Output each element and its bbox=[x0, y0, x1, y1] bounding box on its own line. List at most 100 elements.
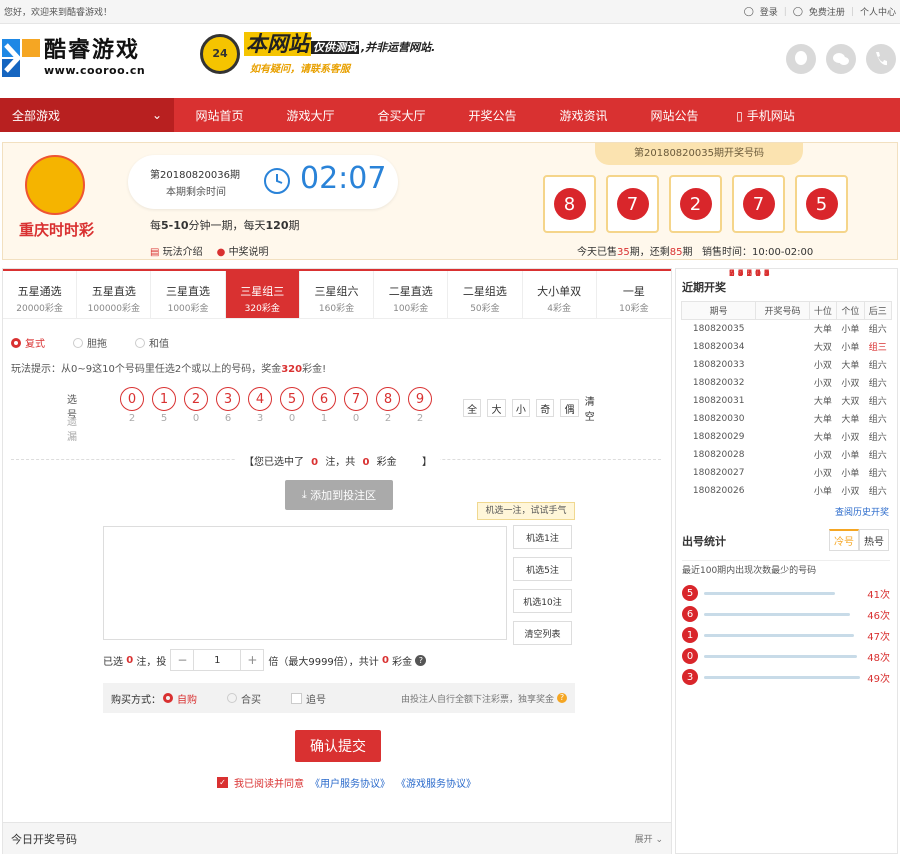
mode-fushi[interactable]: 复式 bbox=[11, 335, 45, 350]
nav-announcements[interactable]: 网站公告 bbox=[629, 107, 720, 124]
number-ball[interactable]: 2 bbox=[184, 387, 208, 411]
tab-erxing-zhixuan[interactable]: 二星直选 100彩金 bbox=[374, 271, 449, 319]
help-icon: ● bbox=[216, 247, 226, 258]
multiplier-input[interactable]: 1 bbox=[194, 649, 241, 671]
miss-count: 6 bbox=[224, 413, 232, 424]
col-issue: 期号 bbox=[680, 301, 757, 320]
chevron-down-icon: ⌄ bbox=[655, 835, 663, 845]
question-icon[interactable]: ? bbox=[403, 457, 415, 468]
filter-small-button[interactable]: 小 bbox=[511, 399, 531, 417]
mode-dantuo[interactable]: 胆拖 bbox=[73, 335, 107, 350]
today-results-title: 今日开奖号码 bbox=[11, 832, 77, 846]
tab-wuxing-zhixuan[interactable]: 五星直选 100000彩金 bbox=[77, 271, 152, 319]
history-link[interactable]: 查阅历史开奖 bbox=[835, 505, 889, 518]
selection-summary: 【您已选中了 0 注，共 0 彩金 ? 】 bbox=[3, 453, 673, 468]
number-ball[interactable]: 9 bbox=[408, 387, 432, 411]
table-row: 180820030 17197 大单 大单 组六 bbox=[692, 269, 887, 425]
clock-icon bbox=[263, 167, 291, 195]
nav-mobile[interactable]: ▯ 手机网站 bbox=[720, 107, 811, 124]
clear-list-button[interactable]: 清空列表 bbox=[513, 621, 572, 645]
welcome-text: 您好，欢迎来到酷睿游戏！ bbox=[4, 8, 113, 18]
submit-button[interactable]: 确认提交 bbox=[295, 730, 381, 762]
lottery-info-panel: 重庆时时彩 第20180820036期 本期剩余时间 02:07 每5-10分钟… bbox=[2, 142, 898, 260]
mode-group-buy[interactable]: 合买 bbox=[227, 691, 261, 706]
chevron-down-icon: ⌄ bbox=[151, 108, 162, 122]
lottery-name: 重庆时时彩 bbox=[19, 221, 95, 239]
all-games-menu[interactable]: 全部游戏 ⌄ bbox=[0, 98, 174, 132]
filter-odd-button[interactable]: 奇 bbox=[536, 399, 555, 417]
play-intro-link[interactable]: ▤ 玩法介绍 bbox=[150, 243, 203, 258]
filter-big-button[interactable]: 大 bbox=[487, 399, 506, 417]
filter-clear-button[interactable]: 清空 bbox=[585, 393, 603, 423]
login-link[interactable]: 登录 bbox=[760, 5, 778, 18]
user-agreement-link[interactable]: 《用户服务协议》 bbox=[310, 775, 390, 790]
stat-count: 46次 bbox=[867, 610, 890, 622]
draw-ball: 5 bbox=[805, 188, 838, 220]
number-ball[interactable]: 0 bbox=[120, 387, 144, 411]
number-ball[interactable]: 8 bbox=[376, 387, 400, 411]
tab-sanxing-zusan[interactable]: 三星组三 320彩金 bbox=[225, 271, 300, 319]
random-pick-tip[interactable]: 机选一注，试试手气 bbox=[477, 502, 575, 520]
phone-24-icon: 24 bbox=[200, 33, 240, 74]
previous-draw-balls: 8 7 2 7 5 bbox=[543, 175, 848, 233]
tab-sanxing-zuliu[interactable]: 三星组六 160彩金 bbox=[299, 271, 375, 319]
number-ball[interactable]: 5 bbox=[280, 387, 304, 411]
purchase-mode-label: 购买方式： bbox=[111, 694, 161, 706]
miss-count: 1 bbox=[320, 413, 328, 424]
nav-draw-results[interactable]: 开奖公告 bbox=[447, 107, 538, 124]
number-ball[interactable]: 3 bbox=[216, 387, 240, 411]
banner-main: 本网站 bbox=[244, 32, 311, 56]
random-1-button[interactable]: 机选1注 bbox=[513, 525, 572, 549]
random-5-button[interactable]: 机选5注 bbox=[513, 557, 572, 581]
bet-mode-options: 复式 胆拖 和值 bbox=[11, 335, 169, 350]
logo-mark-icon bbox=[2, 38, 40, 77]
tab-wuxing-tongxuan[interactable]: 五星通选 20000彩金 bbox=[3, 271, 78, 319]
play-type-tabs: 五星通选 20000彩金 五星直选 100000彩金 三星直选 1000彩金 三星组三… bbox=[3, 269, 671, 319]
question-icon[interactable]: ? bbox=[415, 654, 427, 666]
stat-ball: 6 bbox=[682, 606, 698, 622]
banner-sub: 如有疑问，请联系客服 bbox=[250, 64, 350, 75]
tab-erxing-zuxuan[interactable]: 二星组选 50彩金 bbox=[448, 271, 523, 319]
logo-url: www.cooroo.cn bbox=[44, 64, 146, 77]
wechat-icon[interactable] bbox=[826, 44, 856, 74]
site-logo[interactable]: 酷睿游戏 www.cooroo.cn bbox=[2, 38, 145, 77]
nav-group-buy[interactable]: 合买大厅 bbox=[356, 107, 447, 124]
mode-hezhi[interactable]: 和值 bbox=[135, 335, 169, 350]
minus-button[interactable]: − bbox=[170, 649, 195, 671]
miss-count: 5 bbox=[160, 413, 168, 424]
mode-self-buy[interactable]: 自购 bbox=[163, 691, 197, 706]
prize-info-link[interactable]: ● 中奖说明 bbox=[217, 243, 269, 258]
tab-daxiao-danshuang[interactable]: 大小单双 4彩金 bbox=[522, 271, 597, 319]
expand-toggle[interactable]: 展开 ⌄ bbox=[635, 832, 663, 845]
table-row: 180820033 99809 小双 大单 组六 bbox=[692, 269, 887, 371]
tab-cold-numbers[interactable]: 冷号 bbox=[829, 529, 859, 551]
phone-icon[interactable] bbox=[866, 44, 896, 74]
qq-icon[interactable] bbox=[786, 44, 816, 74]
current-issue: 第20180820036期 bbox=[150, 170, 240, 181]
bet-list-area[interactable] bbox=[103, 526, 507, 640]
question-icon[interactable]: ? bbox=[557, 693, 567, 703]
chase-checkbox[interactable]: 追号 bbox=[291, 691, 326, 706]
user-center-link[interactable]: 个人中心 bbox=[860, 5, 896, 18]
number-ball[interactable]: 1 bbox=[152, 387, 176, 411]
register-link[interactable]: 免费注册 bbox=[809, 5, 845, 18]
nav-game-hall[interactable]: 游戏大厅 bbox=[265, 107, 356, 124]
today-results-bar[interactable]: 今日开奖号码 展开 ⌄ bbox=[3, 822, 671, 854]
add-to-bet-button[interactable]: ⤓ 添加到投注区 bbox=[285, 480, 393, 510]
number-ball[interactable]: 4 bbox=[248, 387, 272, 411]
filter-all-button[interactable]: 全 bbox=[463, 399, 482, 417]
plus-button[interactable]: + bbox=[240, 649, 265, 671]
number-ball[interactable]: 6 bbox=[312, 387, 336, 411]
purchase-note: 由投注人自行全额下注彩票，独享奖金? bbox=[401, 692, 567, 705]
table-row: 180820034 14565 大双 小单 组三 bbox=[692, 269, 887, 353]
nav-home[interactable]: 网站首页 bbox=[174, 107, 265, 124]
tab-sanxing-zhixuan[interactable]: 三星直选 1000彩金 bbox=[151, 271, 226, 319]
random-10-button[interactable]: 机选10注 bbox=[513, 589, 572, 613]
agree-checkbox[interactable]: ✓ bbox=[217, 777, 228, 788]
tab-yixing[interactable]: 一星 10彩金 bbox=[596, 271, 671, 319]
nav-news[interactable]: 游戏资讯 bbox=[538, 107, 629, 124]
filter-even-button[interactable]: 偶 bbox=[560, 399, 579, 417]
number-ball[interactable]: 7 bbox=[344, 387, 368, 411]
game-agreement-link[interactable]: 《游戏服务协议》 bbox=[396, 775, 476, 790]
tab-hot-numbers[interactable]: 热号 bbox=[859, 529, 889, 551]
